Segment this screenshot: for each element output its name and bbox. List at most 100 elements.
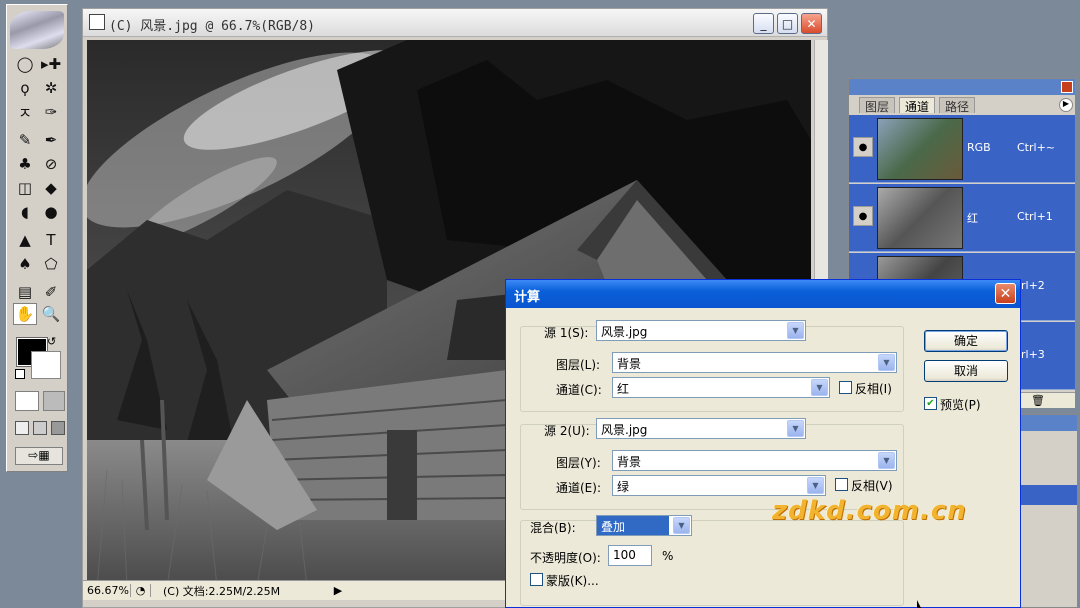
blend-label: 混合(B):: [530, 521, 576, 535]
type-tool-icon[interactable]: T: [39, 229, 63, 251]
cancel-button[interactable]: 取消: [924, 360, 1008, 382]
tab-layers[interactable]: 图层: [859, 97, 896, 114]
paint-bucket-tool-icon[interactable]: ◆: [39, 177, 63, 199]
document-title: (C) 风景.jpg @ 66.7%(RGB/8): [109, 19, 316, 34]
source1-file-value: 风景.jpg: [601, 325, 648, 339]
eyedropper-tool-icon[interactable]: ✐: [39, 281, 63, 303]
standard-mode-icon[interactable]: [15, 391, 39, 411]
mouse-cursor-icon: [917, 600, 921, 608]
dropdown-arrow-icon[interactable]: ▼: [878, 354, 895, 371]
healing-brush-tool-icon[interactable]: ✎: [13, 129, 37, 151]
custom-shape-tool-icon[interactable]: ⬠: [39, 253, 63, 275]
slice-tool-icon[interactable]: ✑: [39, 101, 63, 123]
source2-channel-select[interactable]: 绿 ▼: [612, 475, 826, 496]
document-icon: [89, 14, 105, 30]
source1-layer-label: 图层(L):: [556, 358, 601, 372]
source1-invert-label: 反相(I): [855, 382, 892, 396]
screen-mode-full-icon[interactable]: [51, 421, 65, 435]
channel-thumbnail: [877, 118, 963, 180]
calculations-dialog: 计算 ✕ 源 1(S): 风景.jpg ▼ 图层(L): 背景 ▼ 通道(C):…: [505, 279, 1021, 608]
channel-row-rgb[interactable]: ● RGB Ctrl+~: [849, 115, 1075, 183]
jump-to-imageready-icon[interactable]: ⇨▦: [15, 447, 63, 465]
panel-title-bar[interactable]: [849, 79, 1075, 95]
panel-title-bar[interactable]: [1021, 415, 1077, 431]
screen-mode-menubar-icon[interactable]: [33, 421, 47, 435]
dialog-title-bar[interactable]: 计算 ✕: [506, 280, 1020, 308]
minimize-button[interactable]: _: [753, 13, 774, 34]
blend-mode-value: 叠加: [597, 516, 669, 535]
panel-close-icon[interactable]: [1061, 81, 1073, 93]
history-brush-tool-icon[interactable]: ⊘: [39, 153, 63, 175]
dropdown-arrow-icon[interactable]: ▼: [807, 477, 824, 494]
source1-file-select[interactable]: 风景.jpg ▼: [596, 320, 806, 341]
opacity-input[interactable]: 100: [608, 545, 652, 566]
site-watermark: zdkd.com.cn: [772, 496, 967, 526]
dropdown-arrow-icon[interactable]: ▼: [811, 379, 828, 396]
source1-layer-select[interactable]: 背景 ▼: [612, 352, 897, 373]
maximize-button[interactable]: □: [777, 13, 798, 34]
source2-invert-checkbox[interactable]: [835, 478, 848, 491]
status-menu-arrow-icon[interactable]: ▶: [331, 584, 345, 597]
zoom-tool-icon[interactable]: 🔍: [39, 303, 63, 325]
dropdown-arrow-icon[interactable]: ▼: [878, 452, 895, 469]
source2-layer-select[interactable]: 背景 ▼: [612, 450, 897, 471]
eraser-tool-icon[interactable]: ◫: [13, 177, 37, 199]
swap-colors-icon[interactable]: ↺: [47, 335, 56, 348]
document-title-bar[interactable]: (C) 风景.jpg @ 66.7%(RGB/8) _ □ ✕: [83, 9, 827, 37]
move-tool-icon[interactable]: ▸✚: [39, 53, 63, 75]
channel-thumbnail: [877, 187, 963, 249]
source1-channel-value: 红: [617, 382, 630, 396]
notes-tool-icon[interactable]: ▤: [13, 281, 37, 303]
preview-checkbox[interactable]: ✔: [924, 397, 937, 410]
mask-label: 蒙版(K)...: [546, 574, 599, 588]
dialog-close-button[interactable]: ✕: [995, 283, 1016, 304]
source1-layer-value: 背景: [617, 357, 642, 371]
hand-tool-icon[interactable]: ✋: [13, 303, 37, 325]
screen-mode-standard-icon[interactable]: [15, 421, 29, 435]
dropdown-arrow-icon[interactable]: ▼: [673, 517, 690, 534]
brush-tool-icon[interactable]: ✒: [39, 129, 63, 151]
channel-shortcut: rl+3: [1021, 348, 1045, 361]
secondary-panel: [1020, 414, 1078, 608]
zoom-level[interactable]: 66.67%: [83, 584, 131, 597]
selected-item[interactable]: [1021, 485, 1077, 505]
blend-mode-select[interactable]: 叠加 ▼: [596, 515, 692, 536]
magic-wand-tool-icon[interactable]: ✲: [39, 77, 63, 99]
opacity-unit: %: [662, 549, 674, 563]
path-selection-tool-icon[interactable]: ▲: [13, 229, 37, 251]
dropdown-arrow-icon[interactable]: ▼: [787, 322, 804, 339]
source2-layer-value: 背景: [617, 455, 642, 469]
photoshop-feather-logo: [10, 11, 64, 49]
marquee-tool-icon[interactable]: ◯: [13, 53, 37, 75]
dialog-title: 计算: [514, 290, 541, 305]
visibility-eye-icon[interactable]: ●: [853, 206, 873, 226]
clone-stamp-tool-icon[interactable]: ♣: [13, 153, 37, 175]
delete-channel-icon[interactable]: 🗑: [1031, 394, 1045, 407]
tab-channels[interactable]: 通道: [899, 97, 936, 114]
panel-menu-icon[interactable]: ▶: [1059, 98, 1073, 112]
pen-tool-icon[interactable]: ♠: [13, 253, 37, 275]
close-button[interactable]: ✕: [801, 13, 822, 34]
channel-row-red[interactable]: ● 红 Ctrl+1: [849, 184, 1075, 252]
tab-paths[interactable]: 路径: [939, 97, 976, 114]
status-info-icon[interactable]: ◔: [131, 584, 151, 597]
default-colors-icon[interactable]: [15, 369, 25, 379]
quick-mask-mode-icon[interactable]: [43, 391, 65, 411]
ok-button[interactable]: 确定: [924, 330, 1008, 352]
dodge-tool-icon[interactable]: ●: [39, 201, 63, 223]
channel-shortcut: Ctrl+~: [1017, 141, 1056, 154]
source1-channel-select[interactable]: 红 ▼: [612, 377, 830, 398]
background-color-swatch[interactable]: [31, 351, 61, 379]
visibility-eye-icon[interactable]: ●: [853, 137, 873, 157]
lasso-tool-icon[interactable]: ϙ: [13, 77, 37, 99]
dropdown-arrow-icon[interactable]: ▼: [787, 420, 804, 437]
source1-channel-label: 通道(C):: [556, 383, 602, 397]
source1-invert-checkbox[interactable]: [839, 381, 852, 394]
source2-label: 源 2(U):: [544, 424, 590, 438]
channel-name: RGB: [967, 141, 991, 154]
crop-tool-icon[interactable]: ㅈ: [13, 101, 37, 123]
source2-channel-label: 通道(E):: [556, 481, 601, 495]
blur-tool-icon[interactable]: ◖: [13, 201, 37, 223]
mask-checkbox[interactable]: [530, 573, 543, 586]
source2-file-select[interactable]: 风景.jpg ▼: [596, 418, 806, 439]
